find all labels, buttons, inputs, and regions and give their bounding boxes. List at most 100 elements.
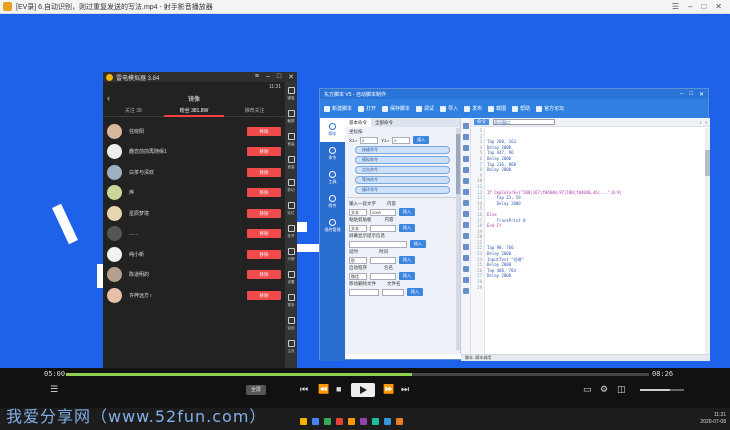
paste-field[interactable]	[370, 224, 396, 232]
android-home-button[interactable]: 主页	[285, 335, 297, 358]
text-type-select[interactable]: 文本	[349, 208, 367, 216]
tab-basic-commands[interactable]: 基本命令	[345, 118, 371, 127]
app-icon[interactable]	[372, 418, 379, 425]
remove-button[interactable]: 移除	[247, 270, 281, 280]
remove-button[interactable]: 移除	[247, 290, 281, 300]
redo-icon[interactable]	[463, 167, 469, 173]
list-item[interactable]: …… 移除	[103, 224, 285, 245]
cut-button[interactable]: 剪切	[285, 174, 297, 197]
avatar[interactable]	[107, 267, 122, 283]
editor-view-select[interactable]: 显示窗口	[493, 119, 555, 125]
publish-button[interactable]: 发布	[464, 105, 482, 112]
back-icon[interactable]: ‹	[107, 93, 110, 103]
avatar[interactable]	[107, 287, 122, 303]
remove-button[interactable]: 移除	[247, 167, 281, 177]
forum-button[interactable]: 官方论坛	[536, 105, 564, 112]
remove-button[interactable]: 移除	[247, 249, 281, 259]
loop-command-pill[interactable]: 循环命令	[355, 186, 450, 194]
remove-button[interactable]: 移除	[247, 229, 281, 239]
stop-icon[interactable]	[463, 255, 469, 261]
editor-command-tab[interactable]: 命令	[474, 119, 489, 125]
copy-icon[interactable]	[463, 134, 469, 140]
insert-button[interactable]: 插入	[399, 272, 415, 280]
coord-y-input[interactable]: 0	[392, 136, 411, 144]
outdent-icon[interactable]	[463, 211, 469, 217]
insert-button[interactable]: 插入	[410, 240, 426, 248]
close-icon[interactable]: ✕	[715, 2, 722, 12]
nav-commands[interactable]: 命令	[320, 142, 345, 166]
format-icon[interactable]	[463, 222, 469, 228]
insert-button[interactable]: 插入	[399, 208, 415, 216]
editor-scrollbar[interactable]	[705, 128, 710, 354]
avatar[interactable]	[107, 205, 122, 221]
keyboard-button[interactable]: 键盘	[285, 82, 297, 105]
paste-icon[interactable]	[463, 145, 469, 151]
code-line[interactable]	[487, 285, 705, 291]
list-item[interactable]: 许梓远方♀ 移除	[103, 285, 285, 306]
insert-button[interactable]: 插入	[399, 256, 415, 264]
paste-type-select[interactable]: 文本	[349, 224, 367, 232]
list-item[interactable]: 任晓阳 移除	[103, 121, 285, 142]
list-item[interactable]: 趣恋前前再随缘1 移除	[103, 142, 285, 163]
volume-down-button[interactable]: 音量	[285, 151, 297, 174]
prev-icon[interactable]: ⏮	[300, 383, 308, 395]
subtitle-icon[interactable]: ▭	[583, 383, 592, 395]
screenshot-icon[interactable]: ◫	[617, 383, 626, 395]
emulator-close-icon[interactable]: ✕	[288, 73, 294, 81]
scroll-thumb[interactable]	[705, 150, 710, 176]
volume-up-button[interactable]: 音量	[285, 128, 297, 151]
editor-nav-left-icon[interactable]: ‹	[700, 120, 702, 125]
delay-field[interactable]	[370, 256, 396, 264]
nav-script[interactable]: 脚本	[320, 118, 345, 142]
file-path-field[interactable]	[349, 288, 379, 296]
simulate-command-pill[interactable]: 模拟命令	[355, 156, 450, 164]
stop-icon[interactable]: ■	[336, 383, 341, 395]
location-button[interactable]: 定位	[285, 197, 297, 220]
system-tray[interactable]: 11:31 2020-07-08	[700, 412, 726, 426]
remove-button[interactable]: 移除	[247, 147, 281, 157]
avatar[interactable]	[107, 246, 122, 262]
nav-attachments[interactable]: 附件	[320, 190, 345, 214]
tab-following[interactable]: 关注 38	[103, 105, 164, 117]
settings-icon[interactable]: ⚙	[600, 383, 608, 395]
tab-recommended[interactable]: 推荐关注	[224, 105, 285, 117]
app-icon[interactable]	[336, 418, 343, 425]
key-command-pill[interactable]: 按键命令	[355, 146, 450, 154]
menu-icon[interactable]: ☰	[672, 2, 679, 12]
app-icon[interactable]	[312, 418, 319, 425]
app-icon[interactable]	[396, 418, 403, 425]
fullscreen-button[interactable]: 全屏	[246, 385, 266, 395]
emulator-menu-icon[interactable]: ≡	[255, 73, 259, 81]
help-button[interactable]: 帮助	[512, 105, 530, 112]
app-icon[interactable]	[384, 418, 391, 425]
new-script-button[interactable]: 新建脚本	[324, 105, 352, 112]
indent-icon[interactable]	[463, 200, 469, 206]
app-select[interactable]: 微信	[349, 272, 367, 280]
playlist-icon[interactable]: ☰	[50, 383, 58, 395]
remove-button[interactable]: 移除	[247, 126, 281, 136]
file-name-field[interactable]	[382, 288, 404, 296]
multi-open-button[interactable]: 多开	[285, 220, 297, 243]
nav-tools[interactable]: 工具	[320, 166, 345, 190]
code-content[interactable]: Tap 208, 163 Delay 2000 Tap 447, 96 Delay 2…	[487, 128, 705, 354]
settings-button[interactable]: 设置	[285, 266, 297, 289]
app-icon[interactable]	[300, 418, 307, 425]
coord-x-input[interactable]: 0	[360, 136, 379, 144]
import-button[interactable]: 导入	[440, 105, 458, 112]
step-icon[interactable]	[463, 266, 469, 272]
list-item[interactable]: 星辰梦境 移除	[103, 203, 285, 224]
input-text-field[interactable]: 2000	[370, 208, 396, 216]
video-area[interactable]: 雷电模拟器 3.84 ≡ – □ ✕ 11:31 ‹ 镜像 关注 38 粉丝 3…	[0, 14, 730, 368]
debug-button[interactable]: 调试	[416, 105, 434, 112]
tool-minimize-icon[interactable]: –	[680, 91, 683, 98]
wait-command-pill[interactable]: 等待命令	[355, 176, 450, 184]
scroll-thumb[interactable]	[456, 134, 460, 194]
list-item[interactable]: 烨 移除	[103, 183, 285, 204]
log-icon[interactable]	[463, 288, 469, 294]
undo-icon[interactable]	[463, 156, 469, 162]
android-back-button[interactable]: 返回	[285, 312, 297, 335]
play-button[interactable]	[351, 383, 375, 397]
insert-button[interactable]: 插入	[399, 224, 415, 232]
remove-button[interactable]: 移除	[247, 208, 281, 218]
delay-unit-select[interactable]: 秒	[349, 256, 367, 264]
